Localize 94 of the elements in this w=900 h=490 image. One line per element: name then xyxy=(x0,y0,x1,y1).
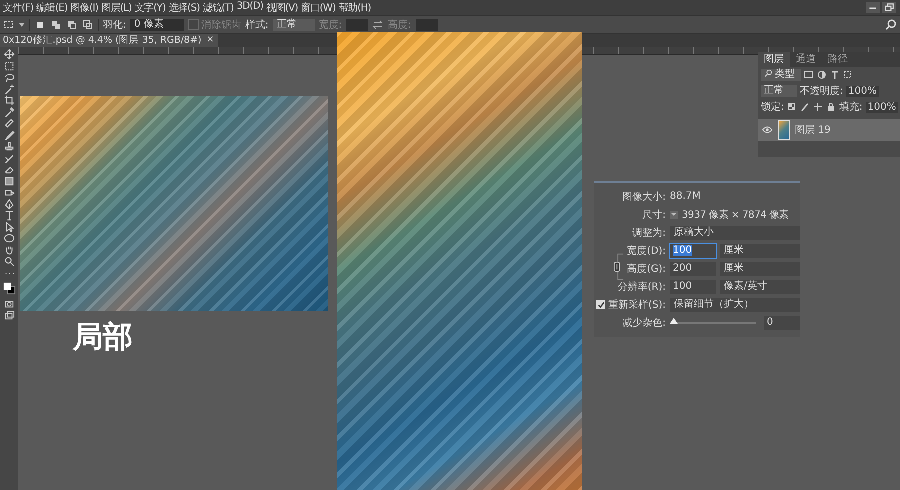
value-field[interactable]: 200 xyxy=(670,262,716,276)
width-label: 宽度: xyxy=(318,18,342,32)
panel-tab[interactable]: 图层 xyxy=(758,52,790,67)
brush-icon[interactable] xyxy=(800,102,810,112)
menu-item[interactable]: 3D(D) xyxy=(236,0,264,14)
height-field[interactable] xyxy=(416,18,438,30)
feather-field[interactable]: 0 像素 xyxy=(130,18,184,30)
checker-icon[interactable] xyxy=(787,102,798,112)
caption-text: 局部 xyxy=(73,319,133,357)
move-icon[interactable] xyxy=(4,49,14,60)
resample-checkbox[interactable] xyxy=(596,300,606,309)
dimensions-label: 尺寸: xyxy=(642,208,666,222)
color-swatches-icon[interactable] xyxy=(2,282,16,295)
opacity-field[interactable]: 100% xyxy=(846,86,879,96)
layer-name: 图层 19 xyxy=(795,124,831,137)
field-label: 高度(G): xyxy=(626,262,666,276)
stamp-icon[interactable] xyxy=(4,141,14,152)
image-size-value: 88.7M xyxy=(670,191,701,202)
fit-to-label: 调整为: xyxy=(632,226,666,240)
restore-icon[interactable] xyxy=(882,2,896,13)
zoom-icon[interactable] xyxy=(4,256,14,267)
image-icon[interactable] xyxy=(804,70,814,80)
crop-icon[interactable] xyxy=(4,95,14,106)
value-field[interactable]: 100 xyxy=(670,280,716,294)
menu-item[interactable]: 帮助(H) xyxy=(338,0,372,14)
unit-dropdown[interactable]: 像素/英寸 xyxy=(720,280,800,294)
menu-item[interactable]: 编辑(E) xyxy=(36,0,68,14)
lock-label: 锁定: xyxy=(761,100,784,114)
noise-label: 减少杂色: xyxy=(622,316,666,330)
lock-icon[interactable] xyxy=(826,102,836,112)
menu-item[interactable]: 图层(L) xyxy=(101,0,132,14)
resample-label: 重新采样(S): xyxy=(608,298,666,312)
fill-field[interactable]: 100% xyxy=(866,102,898,112)
gradient-icon[interactable] xyxy=(4,176,14,186)
layer-row[interactable]: 图层 19 xyxy=(758,119,900,141)
lasso-icon[interactable] xyxy=(4,72,14,83)
caret-icon[interactable] xyxy=(19,22,25,26)
search-icon xyxy=(764,69,773,78)
noise-field[interactable]: 0 xyxy=(764,316,800,330)
marquee-icon[interactable] xyxy=(4,60,14,72)
slider-thumb[interactable] xyxy=(670,318,678,324)
transform-icon[interactable] xyxy=(843,70,853,80)
circle-half-icon[interactable] xyxy=(817,70,827,80)
style-label: 样式: xyxy=(245,18,269,32)
panel-tab[interactable]: 通道 xyxy=(790,52,822,67)
quick-mask-icon[interactable] xyxy=(4,298,14,310)
path-select-icon[interactable] xyxy=(4,222,14,232)
document-tab[interactable]: 0x120修汇.psd @ 4.4% (图层 35, RGB/8#) xyxy=(0,34,205,47)
unit-dropdown[interactable]: 厘米 xyxy=(720,262,800,276)
width-field[interactable] xyxy=(346,18,368,30)
field-label: 宽度(D): xyxy=(626,244,666,258)
antialias-label: 消除锯齿 xyxy=(201,18,242,32)
intersect-selection-icon[interactable] xyxy=(82,18,94,30)
menu-item[interactable]: 文件(F) xyxy=(3,0,34,14)
move-icon[interactable] xyxy=(813,102,824,112)
opacity-label: 不透明度: xyxy=(800,84,844,98)
eye-icon[interactable] xyxy=(762,126,773,134)
menu-item[interactable]: 选择(S) xyxy=(168,0,200,14)
style-dropdown[interactable]: 正常 xyxy=(272,18,315,30)
menu-item[interactable]: 文字(Y) xyxy=(134,0,166,14)
resample-dropdown[interactable]: 保留细节（扩大） xyxy=(670,298,800,312)
eraser-icon[interactable] xyxy=(4,164,14,175)
screen-mode-icon[interactable] xyxy=(4,310,14,321)
feather-label: 羽化: xyxy=(103,18,126,32)
fill-label: 填充: xyxy=(839,100,863,114)
layer-thumbnail xyxy=(778,120,790,140)
dimensions-dropdown[interactable] xyxy=(670,210,678,218)
swap-arrows-icon[interactable] xyxy=(372,18,384,30)
field-label: 分辨率(R): xyxy=(616,280,666,294)
add-selection-icon[interactable] xyxy=(50,18,62,30)
marquee-icon[interactable] xyxy=(3,18,15,30)
minimize-icon[interactable] xyxy=(866,2,880,13)
type-icon[interactable] xyxy=(830,70,840,80)
fit-to-dropdown[interactable]: 原稿大小 xyxy=(670,226,800,240)
subtract-selection-icon[interactable] xyxy=(66,18,78,30)
height-label: 高度: xyxy=(388,18,412,32)
type-icon[interactable] xyxy=(4,210,14,221)
blend-mode-dropdown[interactable]: 正常 xyxy=(761,85,797,97)
eyedropper-icon[interactable] xyxy=(4,106,14,118)
menu-item[interactable]: 滤镜(T) xyxy=(202,0,234,14)
dimensions-value: 3937 像素 × 7874 像素 xyxy=(682,208,789,222)
menu-item[interactable]: 窗口(W) xyxy=(301,0,336,14)
menu-item[interactable]: 视图(V) xyxy=(266,0,298,14)
unit-dropdown[interactable]: 厘米 xyxy=(720,244,800,258)
menu-item[interactable]: 图像(I) xyxy=(70,0,98,14)
image-size-label: 图像大小: xyxy=(622,190,666,204)
wand-icon[interactable] xyxy=(4,84,14,94)
panel-tab[interactable]: 路径 xyxy=(822,52,854,67)
filter-dropdown[interactable]: 类型 xyxy=(761,69,801,81)
value-field[interactable]: 100 xyxy=(670,244,716,258)
pen-icon[interactable] xyxy=(4,198,14,210)
close-tab-button[interactable]: × xyxy=(204,34,218,47)
search-icon[interactable] xyxy=(885,18,897,30)
brush-icon[interactable] xyxy=(4,130,14,140)
